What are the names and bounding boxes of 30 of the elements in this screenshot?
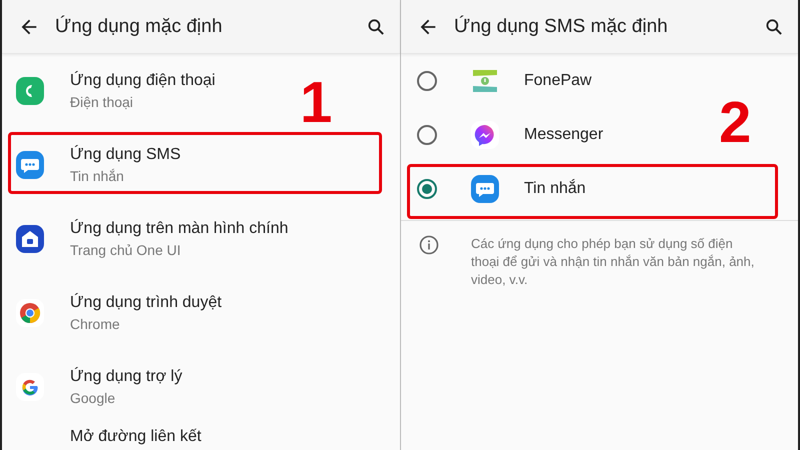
item-subtitle: Điện thoại xyxy=(70,93,134,112)
item-subtitle: Trang chủ One UI xyxy=(70,241,182,260)
app-name[interactable]: FonePaw xyxy=(524,72,592,90)
search-icon[interactable] xyxy=(764,16,784,36)
chat-bubble-icon xyxy=(471,175,499,203)
item-title[interactable]: Ứng dụng SMS xyxy=(70,144,181,166)
striped-app-icon xyxy=(471,67,499,95)
item-subtitle: Chrome xyxy=(70,315,121,334)
home-app-icon xyxy=(16,225,44,253)
info-text: Các ứng dụng cho phép bạn sử dụng số điện thoại để gửi và nhận tin nhắn văn bản ngắn, ảnh, video, v.v. xyxy=(471,235,756,289)
item-title[interactable]: Mở đường liên kết xyxy=(70,426,202,448)
app-name[interactable]: Tin nhắn xyxy=(524,180,586,198)
item-subtitle: Tin nhắn xyxy=(70,167,125,186)
step-number: 2 xyxy=(719,94,752,152)
radio-button[interactable] xyxy=(417,179,437,199)
item-subtitle: Google xyxy=(70,389,116,408)
radio-button[interactable] xyxy=(417,125,437,145)
item-title[interactable]: Ứng dụng trên màn hình chính xyxy=(70,218,288,240)
screen-title: Ứng dụng SMS mặc định xyxy=(454,16,668,38)
item-title[interactable]: Ứng dụng trợ lý xyxy=(70,366,182,388)
chat-bubble-icon xyxy=(16,151,44,179)
item-title[interactable]: Ứng dụng điện thoại xyxy=(70,70,216,92)
search-icon[interactable] xyxy=(366,16,386,36)
step-number: 1 xyxy=(300,74,332,132)
item-title[interactable]: Ứng dụng trình duyệt xyxy=(70,292,222,314)
info-icon xyxy=(419,235,439,255)
phone-app-icon xyxy=(16,77,44,105)
app-name[interactable]: Messenger xyxy=(524,126,604,144)
screen-title: Ứng dụng mặc định xyxy=(55,16,222,38)
radio-button[interactable] xyxy=(417,71,437,91)
